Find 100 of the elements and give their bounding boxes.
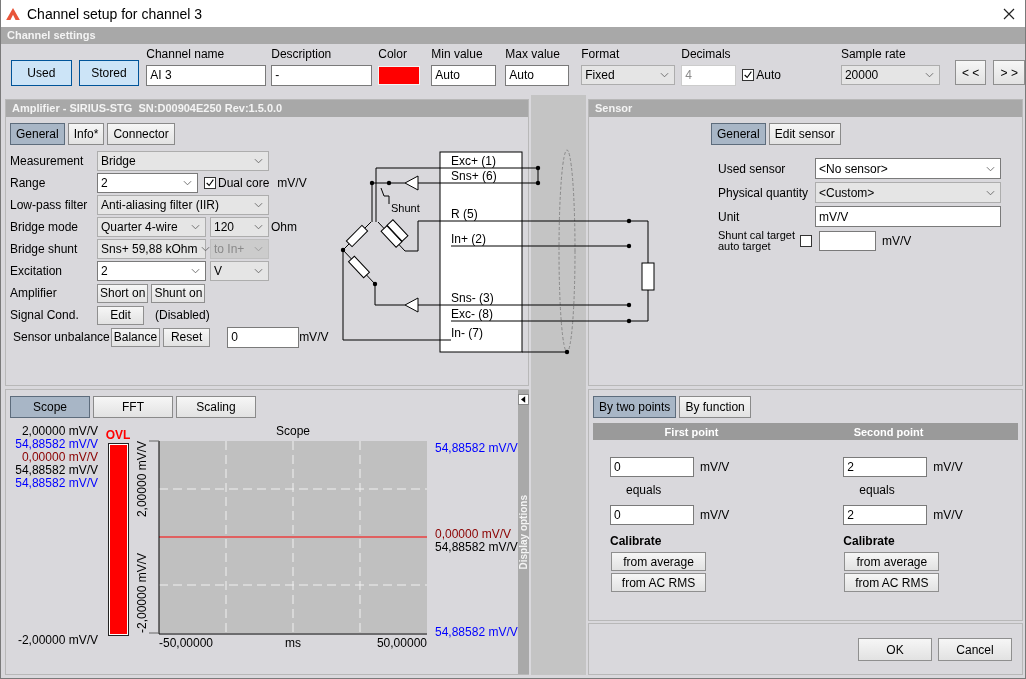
color-swatch[interactable] <box>378 65 421 85</box>
field-label: Min value <box>431 47 484 61</box>
terminal-label: R (5) <box>451 207 478 221</box>
dropdown[interactable]: Fixed <box>581 65 676 85</box>
field-label: Decimals <box>681 47 732 61</box>
chevron-icon <box>924 72 934 78</box>
reading-text: 54,88582 mV/V <box>435 540 518 554</box>
unit-field[interactable]: mV/V <box>815 206 1001 227</box>
resistance-dropdown[interactable]: 120 <box>210 217 269 237</box>
toggle-button[interactable]: Used <box>11 60 72 86</box>
field-label: Unit <box>718 209 741 224</box>
field-label: Max value <box>505 47 561 61</box>
amplifier-button[interactable]: Shunt on <box>151 283 206 303</box>
unbalance-button[interactable]: Balance <box>110 327 161 347</box>
tab[interactable]: Scaling <box>176 396 256 418</box>
unit-label: mV/V <box>933 508 963 522</box>
reading-text: 0,00000 mV/V <box>435 527 512 541</box>
checkbox[interactable] <box>204 177 216 189</box>
reading-text: 2,00000 mV/V <box>21 425 98 438</box>
input-field[interactable]: 2 <box>843 457 928 477</box>
chevron-icon <box>660 72 670 78</box>
equals-label: equals <box>626 483 662 497</box>
field-label: Signal Cond. <box>10 308 80 322</box>
tab[interactable]: Connector <box>107 123 175 145</box>
output-field[interactable]: 0 <box>610 505 694 525</box>
close-icon[interactable] <box>1003 7 1015 20</box>
y-axis-label: -2,00000 mV/V <box>135 552 150 633</box>
reading-text: 0,00000 mV/V <box>21 451 98 464</box>
unbalance-button[interactable]: Reset <box>163 327 211 347</box>
x-axis-title: ms <box>285 636 301 650</box>
field-label: Shunt cal target auto target <box>718 230 797 252</box>
field-label: Range <box>10 176 47 190</box>
input-field[interactable]: 0 <box>610 457 694 477</box>
tab[interactable]: Scope <box>10 396 90 418</box>
chevron-icon <box>986 189 995 196</box>
reading-text: 54,88582 mV/V <box>15 477 98 490</box>
column-header: First point <box>663 425 720 438</box>
dialog-button[interactable]: OK <box>858 638 932 661</box>
tab[interactable]: Info* <box>67 123 105 145</box>
calibrate-label: Calibrate <box>610 534 662 548</box>
checkbox-label: Auto <box>756 68 781 82</box>
unit-label: mV/V <box>299 330 329 344</box>
amplifier-button[interactable]: Short on <box>97 283 149 303</box>
y-axis-label: 2,00000 mV/V <box>135 441 150 518</box>
unit-label: mV/V <box>277 176 307 190</box>
nav-button[interactable]: < < <box>954 60 987 85</box>
calibrate-button[interactable]: from average <box>844 552 940 571</box>
collapse-button[interactable] <box>517 394 529 405</box>
tab[interactable]: By two points <box>593 396 677 418</box>
sensor-dropdown[interactable]: <No sensor> <box>815 158 1001 179</box>
section-header: Channel settings <box>1 27 1025 44</box>
field-label: Physical quantity <box>718 185 810 200</box>
panel-header: Sensor <box>589 100 1022 117</box>
text-field[interactable]: Auto <box>505 64 570 86</box>
unit-dropdown[interactable]: V <box>210 261 269 281</box>
dropdown[interactable]: 20000 <box>840 65 940 85</box>
unbalance-field[interactable]: 0 <box>227 326 300 348</box>
bridge-mode-dropdown[interactable]: Quarter 4-wire <box>97 217 206 237</box>
field-label: Sample rate <box>840 47 907 61</box>
unit-label: Ohm <box>271 220 297 234</box>
chevron-icon <box>254 268 263 274</box>
equals-label: equals <box>859 483 895 497</box>
unit-label: mV/V <box>933 460 963 474</box>
chevron-icon <box>254 246 263 252</box>
tab[interactable]: Edit sensor <box>768 123 841 145</box>
measurement-dropdown[interactable]: Bridge <box>97 151 269 171</box>
tab[interactable]: By function <box>679 396 751 418</box>
quantity-dropdown[interactable]: <Custom> <box>815 182 1001 203</box>
chevron-icon <box>191 224 200 230</box>
x-axis-label: 50,00000 <box>376 636 427 650</box>
unit-label: mV/V <box>882 234 912 248</box>
field-label: Bridge mode <box>10 220 80 234</box>
calibrate-button[interactable]: from average <box>611 552 706 571</box>
reading-text: -2,00000 mV/V <box>17 634 98 647</box>
checkbox[interactable] <box>800 235 812 247</box>
calibrate-button[interactable]: from AC RMS <box>611 573 706 592</box>
field-label: Sensor unbalance <box>13 330 110 344</box>
tab[interactable]: FFT <box>93 396 173 418</box>
terminal-label: Sns+ (6) <box>451 169 497 183</box>
calibrate-button[interactable]: from AC RMS <box>844 573 940 592</box>
dialog-button[interactable]: Cancel <box>938 638 1012 661</box>
text-field[interactable]: - <box>271 64 373 86</box>
toggle-button[interactable]: Stored <box>78 60 140 86</box>
status-text: (Disabled) <box>155 308 210 322</box>
nav-button[interactable]: > > <box>993 60 1025 85</box>
field-label: Measurement <box>10 154 85 168</box>
reading-text: 54,88582 mV/V <box>435 442 518 455</box>
x-axis-label: -50,00000 <box>159 636 214 650</box>
shunt-label: Shunt <box>391 202 420 214</box>
text-field[interactable]: Auto <box>431 64 497 86</box>
range-dropdown[interactable]: 2 <box>97 173 198 193</box>
excitation-dropdown[interactable]: 2 <box>97 261 206 281</box>
tab[interactable]: General <box>10 123 65 145</box>
tab[interactable]: General <box>711 123 766 145</box>
calibrate-label: Calibrate <box>843 534 895 548</box>
filter-dropdown[interactable]: Anti-aliasing filter (IIR) <box>97 195 269 215</box>
output-field[interactable]: 2 <box>843 505 928 525</box>
target-field[interactable] <box>819 231 876 251</box>
text-field[interactable]: AI 3 <box>146 64 267 86</box>
edit-button[interactable]: Edit <box>97 305 144 325</box>
